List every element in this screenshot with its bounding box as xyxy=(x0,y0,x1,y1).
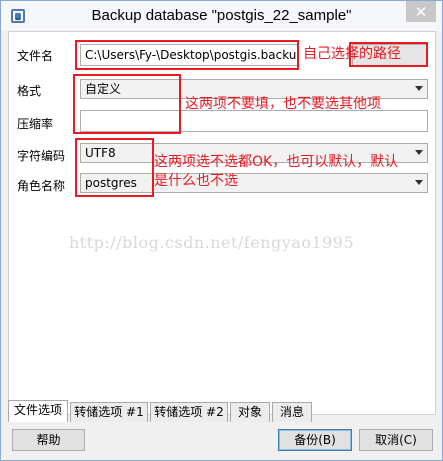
close-button[interactable]: ✕ xyxy=(406,1,436,22)
close-icon: ✕ xyxy=(414,3,428,21)
format-compression-highlight xyxy=(73,74,181,134)
browse-highlight xyxy=(349,42,428,67)
tab-messages[interactable]: 消息 xyxy=(272,402,312,422)
options-panel: 文件名 C:\Users\Fy-\Desktop\postgis.backup … xyxy=(8,31,436,415)
help-button[interactable]: 帮助 xyxy=(12,429,85,451)
cancel-button[interactable]: 取消(C) xyxy=(359,429,433,451)
encoding-role-highlight xyxy=(75,138,154,197)
window-title: Backup database "postgis_22_sample" xyxy=(91,7,352,24)
tab-objects[interactable]: 对象 xyxy=(230,402,270,422)
tab-file-options[interactable]: 文件选项 xyxy=(8,400,68,422)
format-annotation: 这两项不要填，也不要选其他项 xyxy=(185,96,381,112)
chevron-down-icon xyxy=(415,180,423,185)
backup-button[interactable]: 备份(B) xyxy=(278,429,352,451)
chevron-down-icon xyxy=(415,86,423,91)
tab-dump-options-2[interactable]: 转储选项 #2 xyxy=(150,402,228,422)
title-bar: Backup database "postgis_22_sample" ✕ xyxy=(1,1,442,31)
encoding-annotation-line1: 这两项选不选都OK，也可以默认，默认 xyxy=(154,154,399,170)
role-label: 角色名称 xyxy=(17,179,66,193)
encoding-annotation-line2: 是什么也不选 xyxy=(154,173,238,189)
format-label: 格式 xyxy=(17,84,42,98)
encoding-label: 字符编码 xyxy=(17,149,66,163)
tab-dump-options-1[interactable]: 转储选项 #1 xyxy=(70,402,148,422)
filename-label: 文件名 xyxy=(17,49,54,63)
backup-dialog: Backup database "postgis_22_sample" ✕ 文件… xyxy=(0,0,443,461)
filename-highlight xyxy=(75,40,299,70)
compression-label: 压缩率 xyxy=(17,117,54,131)
chevron-down-icon xyxy=(415,150,423,155)
watermark: http://blog.csdn.net/fengyao1995 xyxy=(69,233,355,252)
